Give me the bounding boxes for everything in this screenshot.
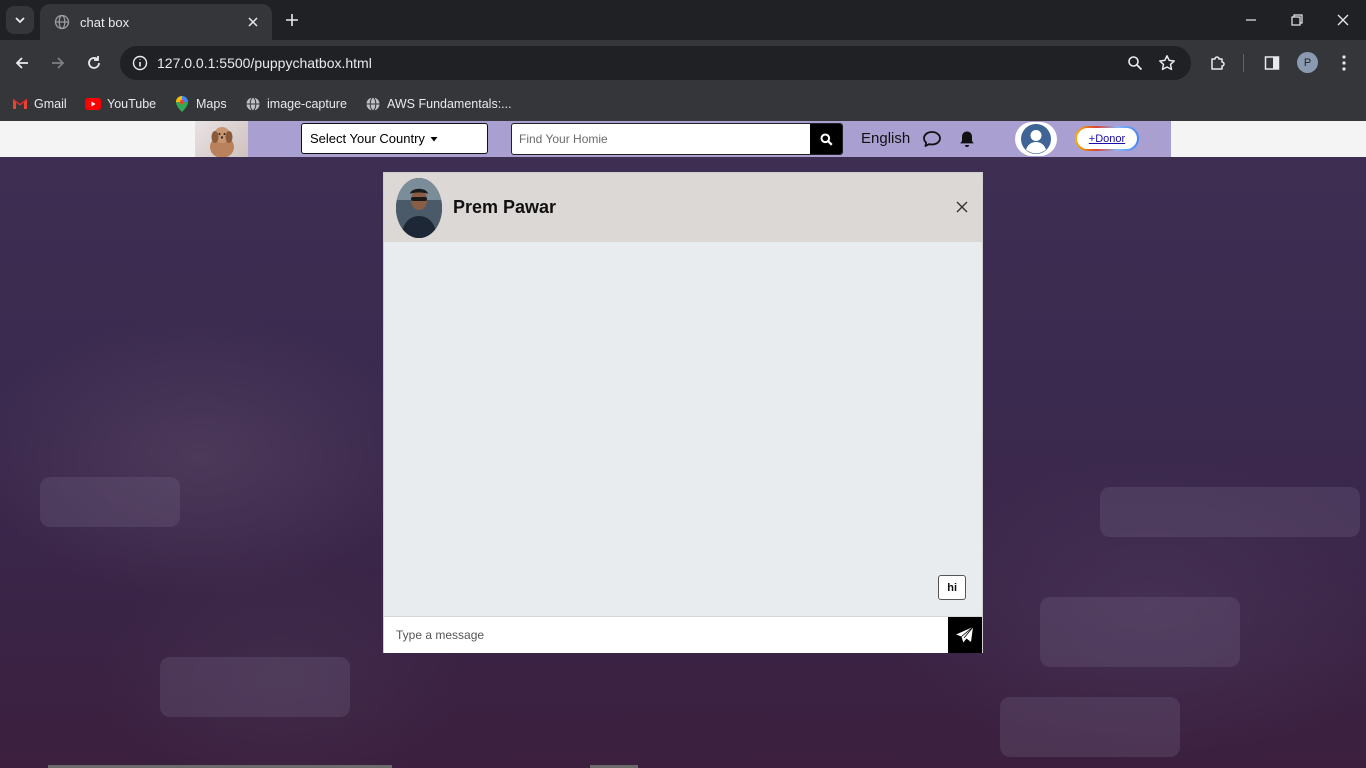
bookmark-youtube[interactable]: YouTube xyxy=(85,91,156,117)
web-page: Select Your Country English +Donor xyxy=(0,121,1366,768)
user-avatar-icon xyxy=(1021,124,1051,154)
bookmark-label: Maps xyxy=(196,97,227,111)
bookmark-image-capture[interactable]: image-capture xyxy=(245,91,347,117)
address-bar[interactable]: 127.0.0.1:5500/puppychatbox.html xyxy=(120,46,1191,80)
bookmark-gmail[interactable]: Gmail xyxy=(12,91,67,117)
tab-title: chat box xyxy=(80,14,130,30)
bookmark-label: image-capture xyxy=(267,97,347,111)
caret-down-icon xyxy=(430,136,438,141)
reload-button[interactable] xyxy=(80,49,108,77)
browser-menu-button[interactable] xyxy=(1330,49,1358,77)
minimize-button[interactable] xyxy=(1228,0,1274,40)
close-icon xyxy=(956,201,968,213)
globe-icon xyxy=(365,96,381,112)
search-button[interactable] xyxy=(810,124,842,154)
search-icon xyxy=(820,133,833,146)
language-selector[interactable]: English xyxy=(861,130,910,147)
chat-close-button[interactable] xyxy=(954,199,970,215)
close-icon xyxy=(1337,14,1349,26)
background-texture xyxy=(160,657,350,717)
chat-bubble-icon xyxy=(923,131,941,147)
chevron-down-icon xyxy=(15,17,25,24)
plus-icon xyxy=(286,14,298,26)
site-navbar: Select Your Country English +Donor xyxy=(195,121,1171,157)
site-info-button[interactable] xyxy=(128,51,152,75)
minimize-icon xyxy=(1246,19,1256,21)
zoom-icon xyxy=(1128,56,1143,71)
country-selector[interactable]: Select Your Country xyxy=(301,123,488,154)
zoom-button[interactable] xyxy=(1123,51,1147,75)
browser-tabstrip: chat box xyxy=(0,0,1366,40)
chat-box: Prem Pawar hi xyxy=(383,172,983,653)
new-tab-button[interactable] xyxy=(282,10,302,30)
arrow-left-icon xyxy=(15,57,28,69)
bookmarks-bar: Gmail YouTube Maps image-capture AWS Fun… xyxy=(0,86,1366,121)
globe-icon xyxy=(245,96,261,112)
contact-avatar xyxy=(396,178,442,238)
chat-header: Prem Pawar xyxy=(384,173,982,242)
background-texture xyxy=(40,477,180,527)
profile-avatar[interactable]: P xyxy=(1297,52,1318,73)
sent-message: hi xyxy=(938,575,966,600)
site-logo[interactable] xyxy=(195,121,248,157)
side-panel-icon xyxy=(1264,56,1280,70)
forward-button[interactable] xyxy=(44,49,72,77)
maps-icon xyxy=(174,96,190,112)
browser-tab[interactable]: chat box xyxy=(40,4,272,40)
paper-plane-icon xyxy=(951,621,979,649)
puppy-logo-icon xyxy=(210,127,234,157)
message-composer xyxy=(384,616,982,653)
bell-icon xyxy=(960,131,974,147)
send-button[interactable] xyxy=(948,617,982,653)
star-icon xyxy=(1159,55,1175,71)
back-button[interactable] xyxy=(8,49,36,77)
toolbar-divider xyxy=(1243,54,1244,72)
close-window-button[interactable] xyxy=(1320,0,1366,40)
more-vertical-icon xyxy=(1342,55,1346,71)
restore-icon xyxy=(1291,14,1303,26)
donor-button[interactable]: +Donor xyxy=(1075,126,1139,151)
contact-photo xyxy=(396,178,442,238)
info-icon xyxy=(132,55,148,71)
bookmark-aws[interactable]: AWS Fundamentals:... xyxy=(365,91,512,117)
browser-toolbar: 127.0.0.1:5500/puppychatbox.html P xyxy=(0,40,1366,86)
tab-search-button[interactable] xyxy=(6,6,34,34)
bookmark-label: AWS Fundamentals:... xyxy=(387,97,512,111)
message-input[interactable] xyxy=(384,617,946,653)
notifications-button[interactable] xyxy=(955,127,979,151)
extensions-button[interactable] xyxy=(1204,49,1232,77)
homie-search-input[interactable] xyxy=(512,124,810,154)
background-texture xyxy=(1000,697,1180,757)
close-icon xyxy=(248,17,258,27)
gmail-icon xyxy=(12,96,28,112)
bookmark-label: YouTube xyxy=(107,97,157,111)
url-path: :5500/puppychatbox.html xyxy=(215,55,372,71)
tab-close-button[interactable] xyxy=(244,13,262,31)
donor-button-label: +Donor xyxy=(1077,128,1137,149)
globe-icon xyxy=(54,14,70,30)
url-host: 127.0.0.1 xyxy=(157,55,216,71)
country-selector-label: Select Your Country xyxy=(310,131,425,146)
arrow-right-icon xyxy=(52,57,65,69)
reload-icon xyxy=(88,56,100,69)
user-account-button[interactable] xyxy=(1015,122,1057,156)
background-texture xyxy=(1100,487,1360,537)
puzzle-icon xyxy=(1211,56,1225,70)
restore-button[interactable] xyxy=(1274,0,1320,40)
side-panel-button[interactable] xyxy=(1258,49,1286,77)
contact-name: Prem Pawar xyxy=(453,197,557,217)
bookmark-star-button[interactable] xyxy=(1155,51,1179,75)
homie-search xyxy=(511,123,843,155)
url-text: 127.0.0.1:5500/puppychatbox.html xyxy=(157,55,372,71)
bookmark-label: Gmail xyxy=(34,97,67,111)
bookmark-maps[interactable]: Maps xyxy=(174,91,227,117)
background-texture xyxy=(1040,597,1240,667)
youtube-icon xyxy=(85,96,101,112)
messages-button[interactable] xyxy=(920,127,944,151)
